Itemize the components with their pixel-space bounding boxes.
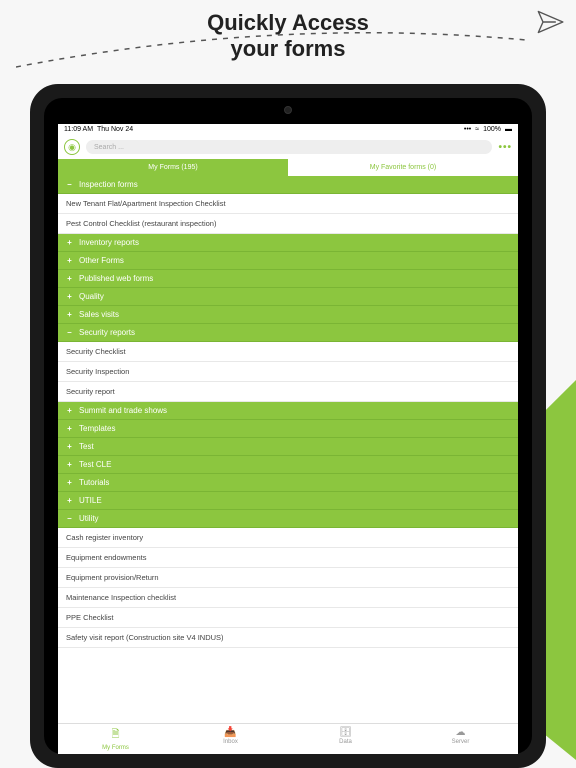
- tablet-inner: 11:09 AM Thu Nov 24 ••• ≈ 100% ▬ ◉: [44, 98, 532, 754]
- category-row[interactable]: + Other Forms: [58, 252, 518, 270]
- plus-icon: +: [66, 310, 73, 319]
- camera-icon: [284, 106, 292, 114]
- wifi-icon: ≈: [475, 126, 479, 133]
- category-row[interactable]: + UTILE: [58, 492, 518, 510]
- plus-icon: +: [66, 442, 73, 451]
- plus-icon: +: [66, 292, 73, 301]
- topbar: ◉ Search ... •••: [58, 135, 518, 159]
- category-row[interactable]: + Tutorials: [58, 474, 518, 492]
- category-label: Test: [79, 442, 94, 451]
- promo-title: Quickly Access your forms: [0, 10, 576, 63]
- category-row[interactable]: –Utility: [58, 510, 518, 528]
- promo-backdrop: Quickly Access your forms 11:09 AM Thu N…: [0, 0, 576, 768]
- category-label: UTILE: [79, 496, 102, 505]
- minus-icon: –: [66, 180, 73, 189]
- category-row[interactable]: + Published web forms: [58, 270, 518, 288]
- battery-label: 100%: [483, 126, 501, 133]
- category-row[interactable]: + Sales visits: [58, 306, 518, 324]
- category-label: Quality: [79, 292, 104, 301]
- tablet-frame: 11:09 AM Thu Nov 24 ••• ≈ 100% ▬ ◉: [30, 84, 546, 768]
- plus-icon: +: [66, 406, 73, 415]
- tabbar-server[interactable]: ☁ Server: [403, 727, 518, 751]
- category-label: Other Forms: [79, 256, 124, 265]
- category-row[interactable]: + Test CLE: [58, 456, 518, 474]
- status-date: Thu Nov 24: [97, 126, 133, 133]
- plus-icon: +: [66, 238, 73, 247]
- plus-icon: +: [66, 496, 73, 505]
- category-label: Test CLE: [79, 460, 111, 469]
- tabbar-label: Inbox: [223, 739, 238, 745]
- profile-button[interactable]: ◉: [64, 139, 80, 155]
- more-icon: •••: [498, 142, 512, 153]
- tabbar-label: Server: [452, 739, 470, 745]
- form-item[interactable]: Equipment provision/Return: [58, 568, 518, 588]
- category-row[interactable]: + Inventory reports: [58, 234, 518, 252]
- minus-icon: –: [66, 514, 73, 523]
- screen: 11:09 AM Thu Nov 24 ••• ≈ 100% ▬ ◉: [58, 124, 518, 754]
- status-left: 11:09 AM Thu Nov 24: [64, 126, 133, 133]
- status-time: 11:09 AM: [64, 126, 93, 133]
- form-item[interactable]: Cash register inventory: [58, 528, 518, 548]
- battery-icon: ▬: [505, 126, 512, 133]
- tabbar-label: My Forms: [102, 745, 129, 751]
- data-icon: 🗄: [339, 727, 352, 738]
- signal-icon: •••: [464, 126, 471, 133]
- bottom-tabbar: 🗎 My Forms 📥 Inbox 🗄 Data ☁ Server: [58, 723, 518, 754]
- search-placeholder: Search ...: [94, 144, 124, 151]
- category-row[interactable]: –Inspection forms: [58, 176, 518, 194]
- category-label: Tutorials: [79, 478, 109, 487]
- inbox-icon: 📥: [224, 727, 236, 738]
- category-label: Inventory reports: [79, 238, 139, 247]
- promo-line2: your forms: [0, 36, 576, 62]
- tabbar-inbox[interactable]: 📥 Inbox: [173, 727, 288, 751]
- form-item[interactable]: PPE Checklist: [58, 608, 518, 628]
- category-label: Published web forms: [79, 274, 153, 283]
- promo-line1: Quickly Access: [0, 10, 576, 36]
- minus-icon: –: [66, 328, 73, 337]
- search-input[interactable]: Search ...: [86, 140, 492, 154]
- category-label: Templates: [79, 424, 115, 433]
- plus-icon: +: [66, 460, 73, 469]
- tabbar-data[interactable]: 🗄 Data: [288, 727, 403, 751]
- form-item[interactable]: Security Checklist: [58, 342, 518, 362]
- forms-list[interactable]: –Inspection formsNew Tenant Flat/Apartme…: [58, 176, 518, 723]
- tabs: My Forms (195) My Favorite forms (0): [58, 159, 518, 176]
- form-item[interactable]: Security report: [58, 382, 518, 402]
- category-label: Sales visits: [79, 310, 119, 319]
- form-item[interactable]: Equipment endowments: [58, 548, 518, 568]
- category-row[interactable]: + Quality: [58, 288, 518, 306]
- tab-favorite-forms[interactable]: My Favorite forms (0): [288, 159, 518, 176]
- form-item[interactable]: New Tenant Flat/Apartment Inspection Che…: [58, 194, 518, 214]
- tab-my-forms[interactable]: My Forms (195): [58, 159, 288, 176]
- plus-icon: +: [66, 256, 73, 265]
- category-label: Inspection forms: [79, 180, 138, 189]
- cloud-icon: ☁: [456, 727, 466, 738]
- tabbar-label: Data: [339, 739, 352, 745]
- category-row[interactable]: + Test: [58, 438, 518, 456]
- status-bar: 11:09 AM Thu Nov 24 ••• ≈ 100% ▬: [58, 124, 518, 135]
- form-item[interactable]: Security Inspection: [58, 362, 518, 382]
- form-item[interactable]: Maintenance Inspection checklist: [58, 588, 518, 608]
- more-button[interactable]: •••: [498, 142, 512, 153]
- category-row[interactable]: + Summit and trade shows: [58, 402, 518, 420]
- category-label: Security reports: [79, 328, 135, 337]
- category-label: Utility: [79, 514, 99, 523]
- status-right: ••• ≈ 100% ▬: [464, 126, 512, 133]
- form-item[interactable]: Safety visit report (Construction site V…: [58, 628, 518, 648]
- tabbar-my-forms[interactable]: 🗎 My Forms: [58, 727, 173, 751]
- plus-icon: +: [66, 274, 73, 283]
- profile-icon: ◉: [68, 142, 76, 153]
- plus-icon: +: [66, 424, 73, 433]
- plus-icon: +: [66, 478, 73, 487]
- category-label: Summit and trade shows: [79, 406, 167, 415]
- form-item[interactable]: Pest Control Checklist (restaurant inspe…: [58, 214, 518, 234]
- category-row[interactable]: –Security reports: [58, 324, 518, 342]
- document-icon: 🗎: [111, 727, 119, 744]
- category-row[interactable]: + Templates: [58, 420, 518, 438]
